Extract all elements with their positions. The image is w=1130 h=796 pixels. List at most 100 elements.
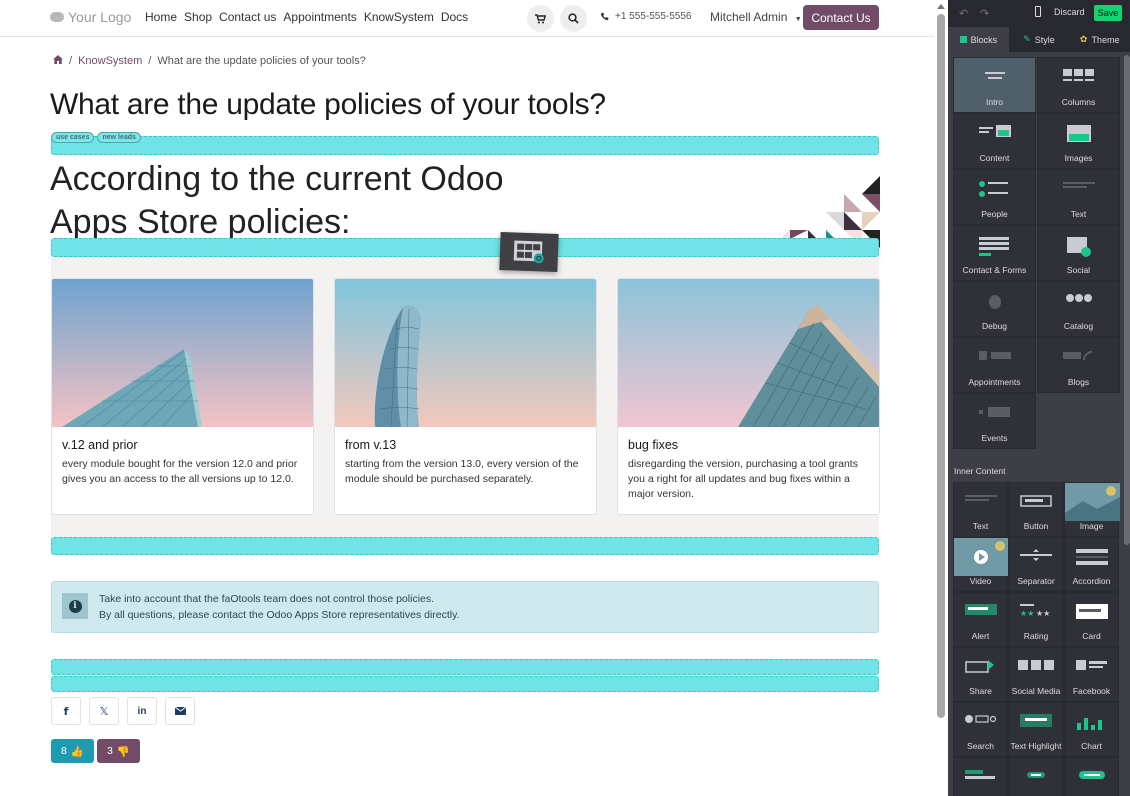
block-social[interactable]: Social <box>1037 225 1120 281</box>
inner-alert[interactable]: Alert <box>953 592 1008 647</box>
inner-text-highlight[interactable]: Text Highlight <box>1008 702 1064 757</box>
sm-thumbnail-icon <box>1016 658 1056 674</box>
building-glass-pyramid-image <box>52 279 313 427</box>
inner-snippet-17[interactable] <box>1064 757 1119 796</box>
inner-video[interactable]: Video <box>953 537 1009 592</box>
discard-button[interactable]: Discard <box>1054 7 1085 17</box>
inner-text[interactable]: Text <box>953 482 1008 537</box>
block-text[interactable]: Text <box>1037 169 1120 225</box>
home-icon[interactable] <box>53 55 63 67</box>
panel-scrollbar-thumb[interactable] <box>1124 55 1130 545</box>
scroll-up-arrow-icon[interactable] <box>937 4 945 9</box>
block-blogs[interactable]: Blogs <box>1037 337 1120 393</box>
page-scrollbar[interactable] <box>934 0 948 796</box>
block-events[interactable]: Events <box>953 393 1036 449</box>
scrollbar-thumb[interactable] <box>937 14 945 718</box>
block-intro[interactable]: Intro <box>953 57 1036 113</box>
card-image <box>335 279 596 427</box>
share-x-button[interactable]: 𝕏 <box>89 697 119 725</box>
dislike-button[interactable]: 3 👎 <box>97 739 140 763</box>
cart-button[interactable] <box>527 5 554 32</box>
thumbs-down-icon: 👎 <box>116 745 130 758</box>
inner-chart[interactable]: Chart <box>1064 702 1119 757</box>
inner-share[interactable]: Share <box>953 647 1008 702</box>
nav-knowsystem[interactable]: KnowSystem <box>364 10 434 24</box>
undo-icon[interactable]: ↶ <box>959 7 968 20</box>
tab-label: Style <box>1034 34 1055 45</box>
logo-text: Your Logo <box>68 9 132 25</box>
blocks-grid: Intro Columns Content Images People Text Conta… <box>953 57 1120 449</box>
phone-link[interactable]: +1 555-555-5556 <box>600 11 691 22</box>
drop-zone[interactable] <box>51 238 879 257</box>
share-facebook-button[interactable]: f <box>51 697 81 725</box>
text-thumbnail-icon <box>964 493 998 507</box>
content-thumbnail-icon <box>978 124 1012 142</box>
drop-zone[interactable] <box>51 659 879 675</box>
breadcrumb-knowsystem[interactable]: KnowSystem <box>78 55 142 67</box>
tab-style[interactable]: ✎ Style <box>1009 27 1070 52</box>
inner-card[interactable]: Card <box>1064 592 1119 647</box>
appt-thumbnail-icon <box>978 348 1012 366</box>
breadcrumb-sep: / <box>69 55 73 67</box>
nav-docs[interactable]: Docs <box>441 10 468 24</box>
drop-zone[interactable] <box>51 136 879 155</box>
search-button[interactable] <box>560 5 587 32</box>
inner-search[interactable]: Search <box>953 702 1008 757</box>
card-image <box>52 279 313 427</box>
inner-facebook[interactable]: Facebook <box>1064 647 1119 702</box>
block-content[interactable]: Content <box>953 113 1036 169</box>
fb-thumbnail-icon <box>1075 658 1109 674</box>
alert-text: Take into account that the faOtools team… <box>99 592 460 623</box>
form-thumbnail-icon <box>978 236 1012 260</box>
card-image <box>618 279 879 427</box>
card-title: v.12 and prior <box>62 438 138 452</box>
site-logo[interactable]: Your Logo <box>50 9 131 25</box>
block-debug[interactable]: Debug <box>953 281 1036 337</box>
linkedin-icon: in <box>137 705 147 717</box>
block-label: Text <box>1070 209 1087 219</box>
text-thumbnail-icon <box>1062 180 1096 194</box>
user-menu[interactable]: Mitchell Admin ▼ <box>710 10 802 24</box>
drop-zone[interactable] <box>51 537 879 555</box>
inner-social-media[interactable]: Social Media <box>1008 647 1064 702</box>
save-button[interactable]: Save <box>1094 5 1122 21</box>
drop-zone[interactable] <box>51 676 879 692</box>
nav-contact-us[interactable]: Contact us <box>219 10 276 24</box>
inner-snippet-16[interactable] <box>1008 757 1064 796</box>
contact-us-button[interactable]: Contact Us <box>803 5 879 30</box>
nav-appointments[interactable]: Appointments <box>283 10 356 24</box>
like-button[interactable]: 8 👍 <box>51 739 94 763</box>
inner-button[interactable]: Button <box>1008 482 1064 537</box>
inner-image[interactable]: Image <box>1064 482 1120 537</box>
inner-accordion[interactable]: Accordion <box>1064 537 1119 592</box>
brush-icon: ✎ <box>1023 34 1031 44</box>
breadcrumb-sep: / <box>148 55 152 67</box>
tag-badge[interactable]: use cases <box>51 132 95 143</box>
block-catalog[interactable]: Catalog <box>1037 281 1120 337</box>
m3-thumbnail-icon <box>1075 768 1109 784</box>
columns-snippet-icon <box>513 240 544 264</box>
inner-label: Search <box>967 741 994 751</box>
share-email-button[interactable] <box>165 697 195 725</box>
inner-rating[interactable]: ★★ ★★ Rating <box>1008 592 1064 647</box>
share-linkedin-button[interactable]: in <box>127 697 157 725</box>
people-thumbnail-icon <box>978 180 1012 204</box>
tag-badge[interactable]: new leads <box>97 132 141 143</box>
redo-icon[interactable]: ↷ <box>980 7 989 20</box>
phone-icon <box>601 12 609 21</box>
snippet-drag-handle[interactable] <box>499 231 559 273</box>
inner-separator[interactable]: Separator <box>1008 537 1064 592</box>
mobile-preview-icon[interactable] <box>1035 6 1041 17</box>
tab-blocks[interactable]: Blocks <box>948 27 1009 52</box>
block-label: People <box>981 209 1008 219</box>
block-images[interactable]: Images <box>1037 113 1120 169</box>
tab-theme[interactable]: ✿ Theme <box>1069 27 1130 52</box>
inner-snippet-15[interactable] <box>953 757 1008 796</box>
nav-home[interactable]: Home <box>145 10 177 24</box>
inner-label: Rating <box>1023 631 1049 641</box>
nav-shop[interactable]: Shop <box>184 10 212 24</box>
block-people[interactable]: People <box>953 169 1036 225</box>
block-columns[interactable]: Columns <box>1037 57 1120 113</box>
block-contact-forms[interactable]: Contact & Forms <box>953 225 1036 281</box>
block-appointments[interactable]: Appointments <box>953 337 1036 393</box>
